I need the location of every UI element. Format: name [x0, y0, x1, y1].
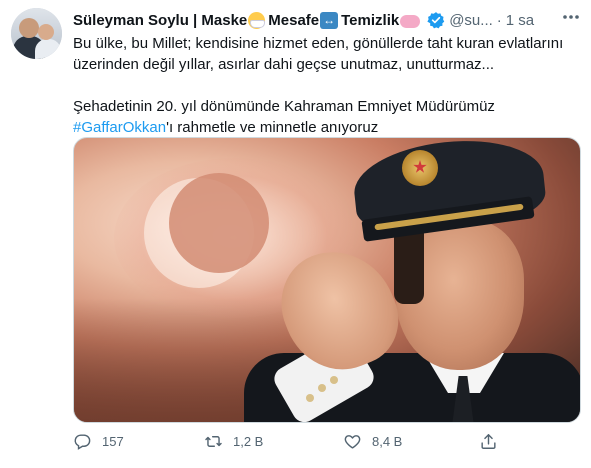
tweet-text: Bu ülke, bu Millet; kendisine hizmet ede… — [73, 33, 583, 138]
separator-dot: · — [496, 11, 502, 29]
tweet-text-line-2: üzerinden değil yıllar, asırlar dahi geç… — [73, 56, 495, 73]
mask-emoji-icon — [248, 11, 266, 29]
retweet-button[interactable]: 1,2 B — [204, 429, 263, 453]
share-icon — [481, 433, 496, 449]
avatar-child-head — [38, 24, 54, 40]
tweet-header: Süleyman Soylu | Maske Mesafe ↔ Temizlik… — [73, 10, 534, 30]
retweet-icon — [205, 435, 222, 447]
photo-cap-badge — [402, 150, 438, 186]
reply-count: 157 — [102, 433, 124, 449]
like-count: 8,4 B — [372, 433, 403, 449]
share-button[interactable] — [479, 429, 508, 453]
more-dots-glyph — [563, 15, 579, 19]
avatar-figure-head — [19, 18, 39, 38]
author-name-part-2[interactable]: Mesafe — [268, 12, 319, 29]
verified-badge-icon — [427, 12, 445, 29]
retweet-count: 1,2 B — [233, 433, 264, 449]
tweet-timestamp[interactable]: 1 sa — [506, 12, 534, 29]
tweet-text-line-3: Şehadetinin 20. yıl dönümünde Kahraman E… — [73, 98, 495, 115]
photo-button — [318, 384, 326, 392]
photo-button — [306, 394, 314, 402]
avatar-child-body — [35, 39, 61, 59]
tweet[interactable]: Süleyman Soylu | Maske Mesafe ↔ Temizlik… — [0, 0, 591, 468]
author-avatar[interactable] — [11, 8, 62, 59]
reply-button[interactable]: 157 — [73, 429, 124, 453]
like-icon — [344, 434, 361, 449]
author-handle[interactable]: @su... — [449, 12, 493, 29]
tweet-photo[interactable] — [73, 137, 581, 423]
photo-button — [330, 376, 338, 384]
tweet-actions: 157 1,2 B 8,4 B — [73, 429, 581, 453]
photo-badge-star — [413, 160, 427, 173]
hashtag-link[interactable]: #GaffarOkkan — [73, 119, 166, 136]
tweet-text-line-1: Bu ülke, bu Millet; kendisine hizmet ede… — [73, 35, 564, 52]
reply-icon — [74, 433, 91, 450]
more-icon[interactable] — [560, 9, 582, 27]
tweet-text-line-4: #GaffarOkkan'ı rahmetle ve minnetle anıy… — [73, 117, 583, 138]
soap-emoji-icon — [400, 14, 421, 28]
author-name[interactable]: Süleyman Soylu | Maske — [73, 12, 247, 29]
tweet-text-line-4-rest: 'ı rahmetle ve minnetle anıyoruz — [166, 119, 379, 136]
author-name-part-3[interactable]: Temizlik — [341, 12, 399, 29]
photo-crescent-cut — [169, 173, 269, 273]
like-button[interactable]: 8,4 B — [343, 429, 402, 453]
left-right-arrow-emoji-icon: ↔ — [320, 11, 339, 29]
